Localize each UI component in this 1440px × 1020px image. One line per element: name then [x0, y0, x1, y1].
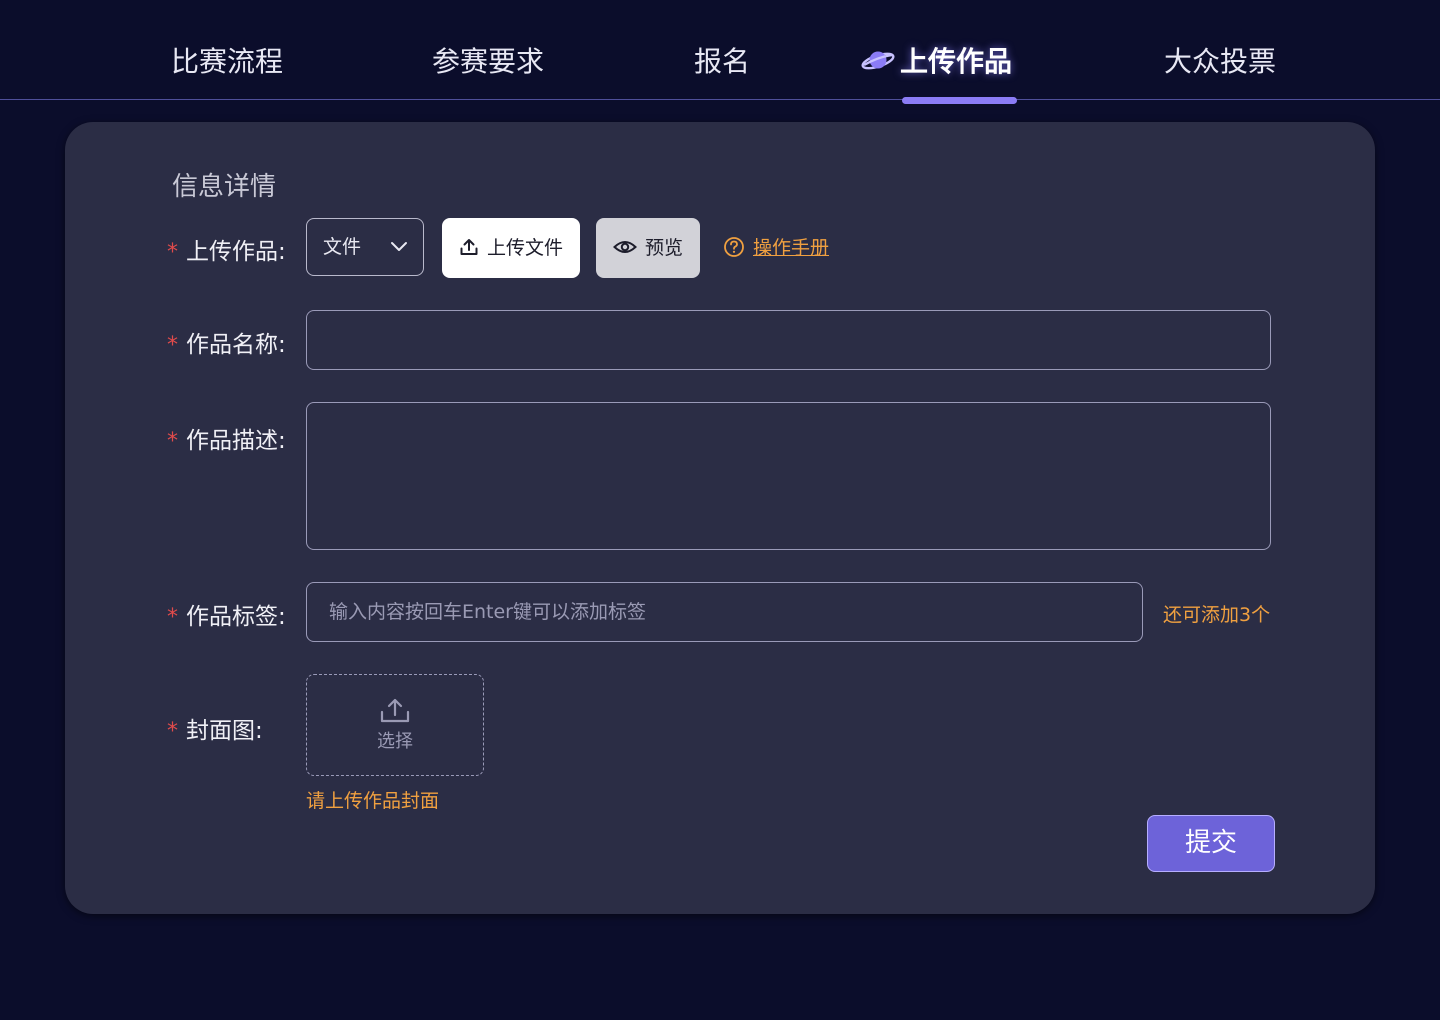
preview-button-label: 预览 — [644, 237, 683, 259]
preview-button[interactable]: 预览 — [596, 218, 700, 278]
work-description-label-text: 作品描述: — [186, 428, 286, 454]
tab-registration[interactable]: 报名 — [694, 40, 750, 84]
submit-button[interactable]: 提交 — [1147, 815, 1275, 872]
operation-manual-link[interactable]: 操作手册 — [723, 234, 829, 262]
upload-type-select[interactable]: 文件 — [306, 218, 424, 276]
form-card: 信息详情 *上传作品: 文件 上传文件 预览 操作手册 *作品名称: *作 — [65, 122, 1375, 914]
upload-file-button[interactable]: 上传文件 — [442, 218, 580, 278]
upload-icon — [460, 238, 478, 255]
upload-icon — [380, 698, 410, 723]
tab-public-vote[interactable]: 大众投票 — [1164, 40, 1276, 84]
work-description-label: * 作品描述: — [167, 421, 286, 455]
work-tags-label: * 作品标签: — [167, 597, 286, 631]
required-mark: * — [167, 605, 178, 630]
tab-competition-process[interactable]: 比赛流程 — [171, 40, 283, 84]
cover-image-label-text: 封面图: — [186, 718, 263, 744]
required-mark: * — [167, 333, 178, 358]
cover-image-label: * 封面图: — [167, 711, 263, 745]
operation-manual-text: 操作手册 — [753, 237, 830, 259]
cover-image-hint: 请上传作品封面 — [306, 790, 440, 812]
upload-work-label-text: 上传作品: — [186, 239, 286, 265]
required-mark: * — [167, 719, 178, 744]
top-navigation: 比赛流程 参赛要求 报名 上传作品 大众投票 — [0, 0, 1440, 100]
tags-remaining-count: 还可添加3个 — [1163, 604, 1271, 626]
cover-image-uploader[interactable]: 选择 — [306, 674, 484, 776]
cover-select-text: 选择 — [377, 731, 413, 752]
help-circle-icon — [724, 236, 744, 257]
work-name-label: * 作品名称: — [167, 325, 286, 359]
chevron-down-icon — [391, 242, 407, 251]
tab-requirements[interactable]: 参赛要求 — [432, 40, 544, 84]
work-tags-label-text: 作品标签: — [186, 604, 286, 630]
section-title: 信息详情 — [172, 172, 277, 202]
required-mark: * — [167, 429, 178, 454]
tab-upload-work-label: 上传作品 — [900, 45, 1013, 78]
required-mark: * — [167, 240, 178, 265]
upload-type-value: 文件 — [323, 236, 362, 258]
tab-upload-work[interactable]: 上传作品 — [860, 40, 1012, 84]
work-tags-input[interactable] — [306, 582, 1143, 642]
active-tab-indicator — [902, 97, 1017, 104]
upload-work-label: * 上传作品: — [167, 232, 286, 266]
eye-icon — [613, 240, 637, 253]
work-name-input[interactable] — [306, 310, 1271, 370]
upload-file-button-label: 上传文件 — [486, 237, 563, 259]
work-name-label-text: 作品名称: — [186, 332, 286, 358]
work-description-textarea[interactable] — [306, 402, 1271, 550]
planet-icon — [861, 51, 895, 70]
